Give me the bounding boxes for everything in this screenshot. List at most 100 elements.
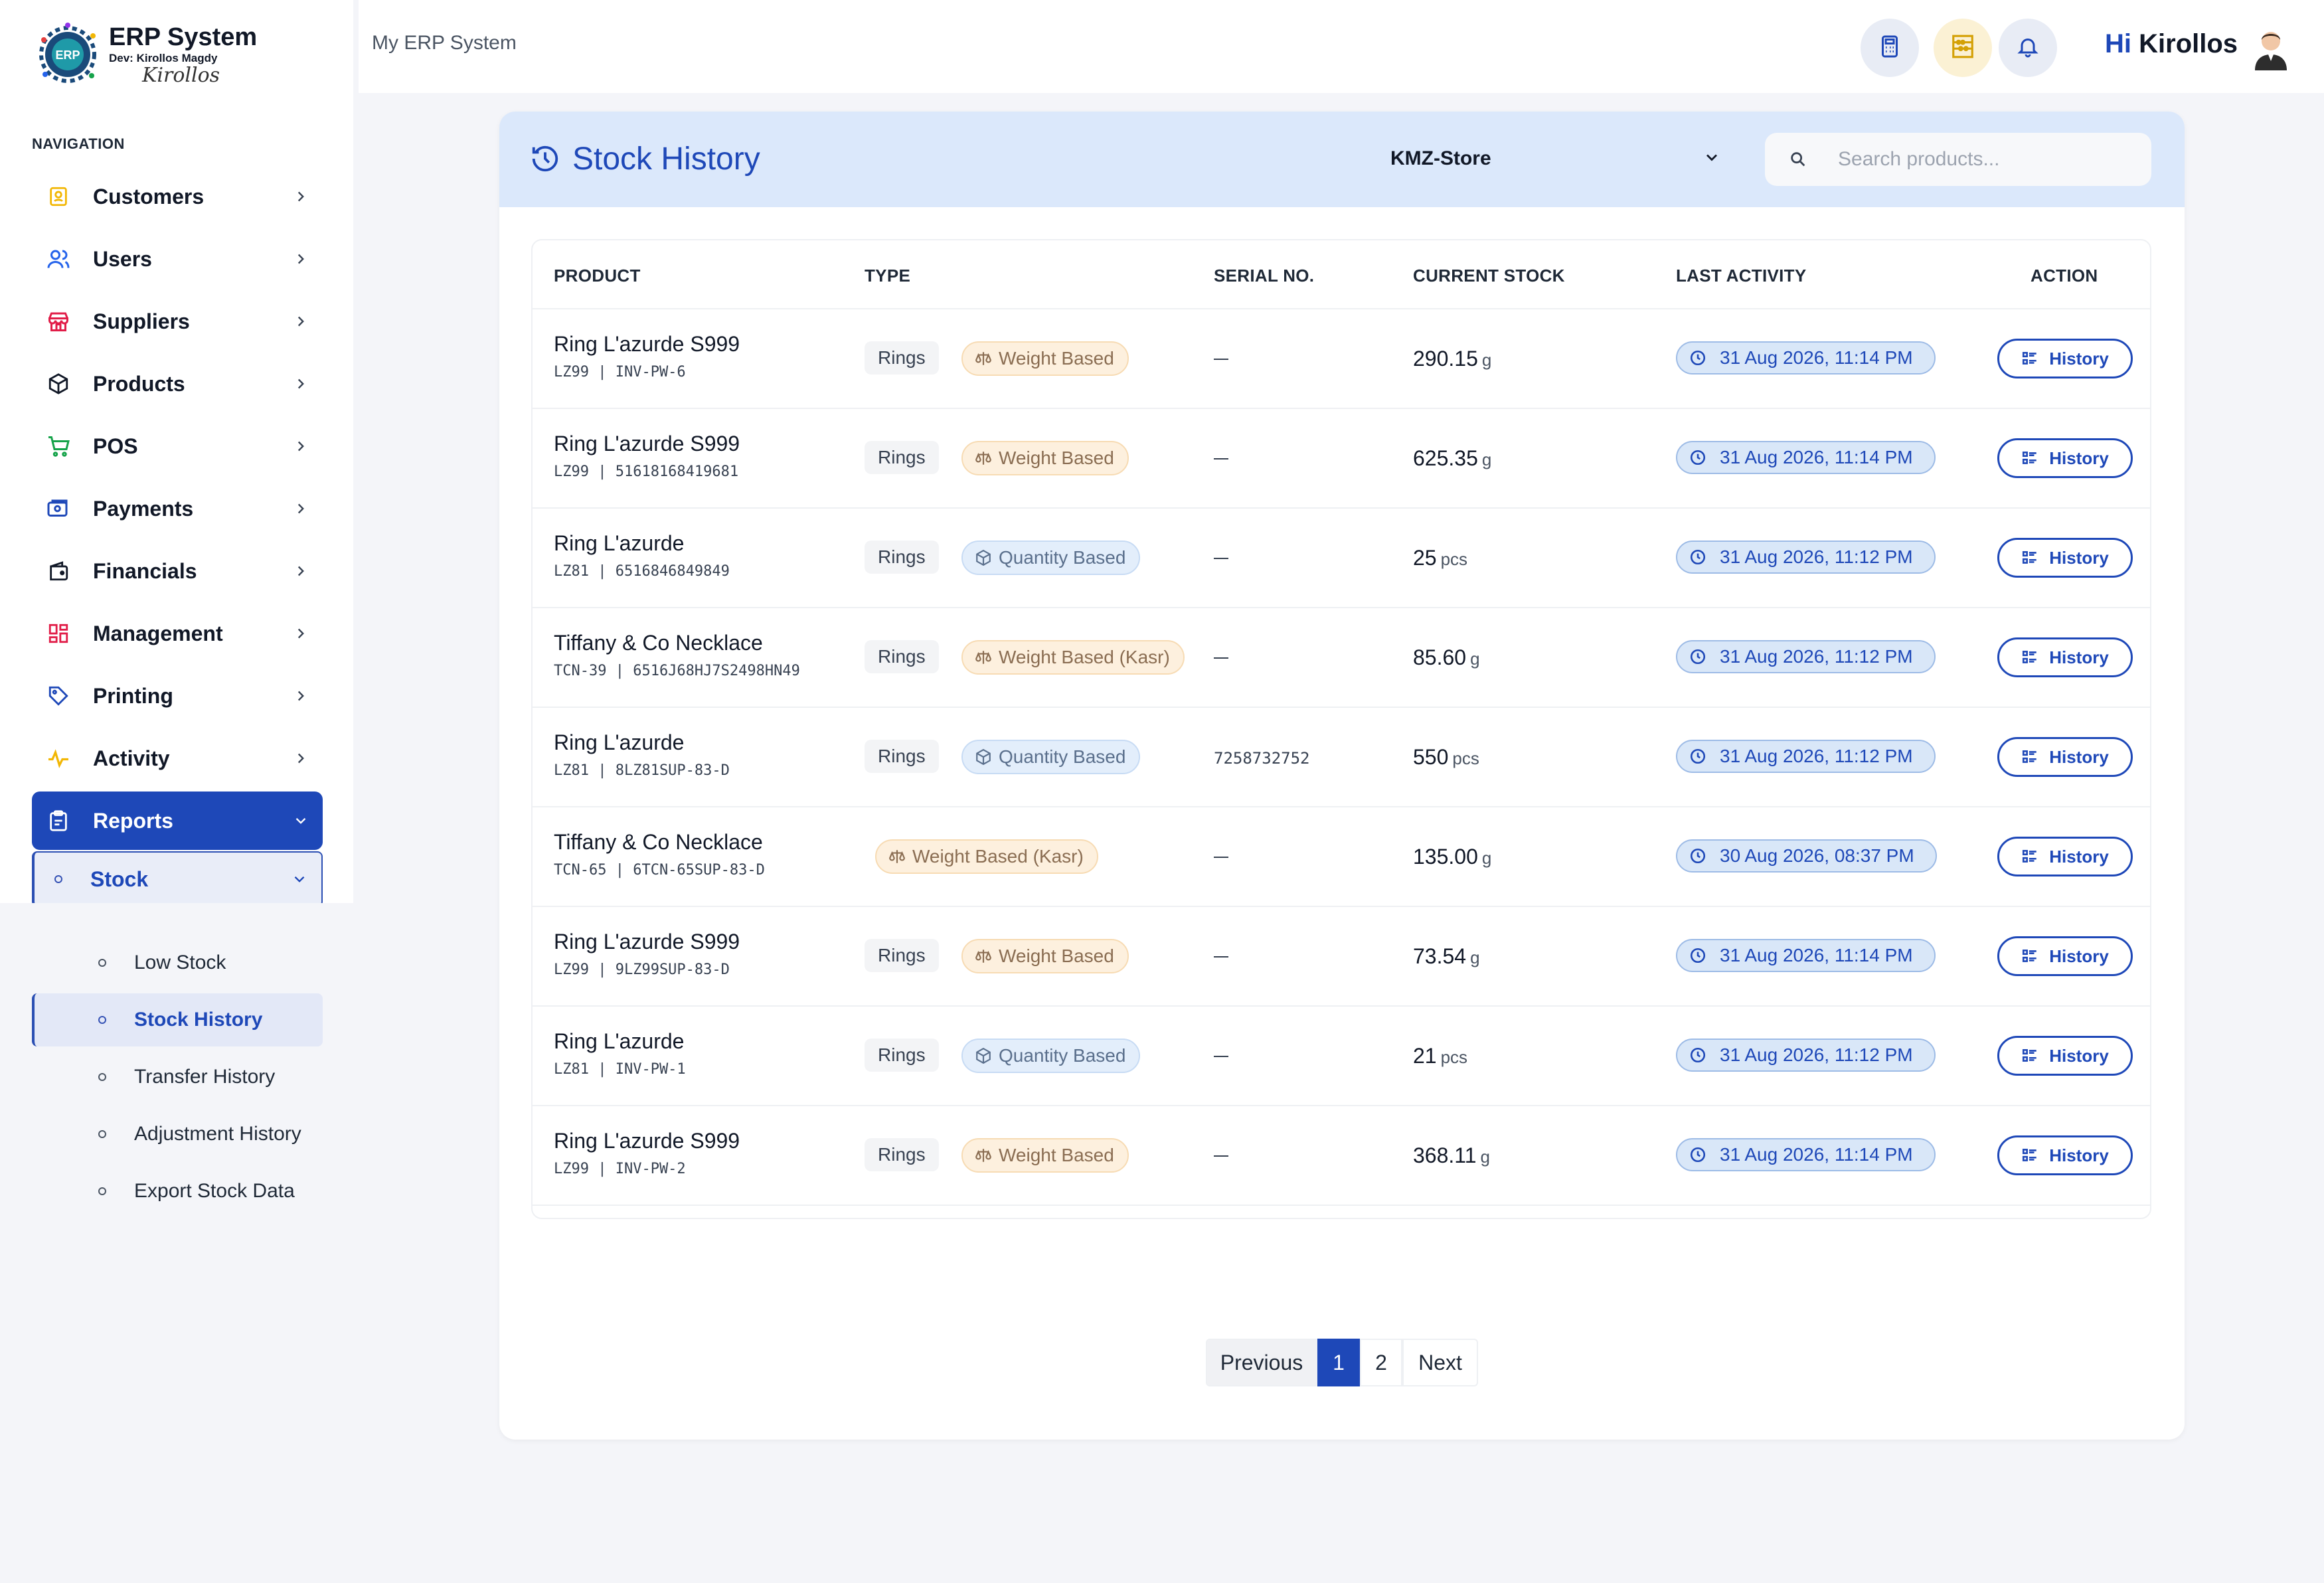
table-row[interactable]: Ring L'azurde LZ81 | INV-PW-1 Rings Quantit…	[533, 1007, 2150, 1106]
history-button[interactable]: History	[1997, 637, 2133, 677]
chevron-right-icon	[292, 438, 309, 455]
brand-signature: Kirollos	[142, 63, 220, 87]
sidebar-item-users[interactable]: Users	[32, 230, 323, 288]
sidebar-subitem-stock-history[interactable]: Stock History	[32, 993, 323, 1046]
product-code: LZ81 | INV-PW-1	[554, 1061, 686, 1078]
sidebar-subitem-transfer-history[interactable]: Transfer History	[32, 1050, 323, 1104]
product-name: Tiffany & Co Necklace	[554, 631, 763, 655]
svg-text:ERP: ERP	[55, 48, 80, 62]
history-button-label: History	[2049, 348, 2109, 369]
empty-serial-dash	[1214, 458, 1228, 459]
table-body: Ring L'azurde S999 LZ99 | INV-PW-6 Rings We…	[533, 309, 2150, 1218]
notifications-button[interactable]	[1999, 19, 2057, 77]
bullet-icon	[98, 1130, 106, 1138]
abacus-icon	[1950, 34, 1975, 62]
current-stock: 135.00 g	[1413, 845, 1491, 869]
history-button[interactable]: History	[1997, 1135, 2133, 1175]
list-icon	[2021, 450, 2038, 467]
type-badge: Quantity Based	[961, 740, 1141, 774]
activity-time: 31 Aug 2026, 11:14 PM	[1720, 1144, 1913, 1165]
sidebar-item-customers[interactable]: Customers	[32, 167, 323, 226]
sidebar-item-pos[interactable]: POS	[32, 417, 323, 475]
chevron-right-icon	[292, 250, 309, 268]
history-button[interactable]: History	[1997, 438, 2133, 478]
col-activity: LAST ACTIVITY	[1676, 266, 1807, 286]
cube-icon	[975, 1047, 992, 1064]
product-name: Ring L'azurde S999	[554, 332, 740, 356]
current-stock: 85.60 g	[1413, 645, 1480, 670]
sidebar-item-label: POS	[93, 434, 138, 458]
chevron-right-icon	[292, 375, 309, 392]
table-row[interactable]: Ring L'azurde LZ81 | 8LZ81SUP-83-D Rings Qu…	[533, 708, 2150, 807]
sidebar-item-printing[interactable]: Printing	[32, 667, 323, 725]
sidebar-item-financials[interactable]: Financials	[32, 542, 323, 600]
table-row[interactable]: Ring L'azurde LZ81 | 6516846849849 Rings Qu…	[533, 509, 2150, 608]
sidebar-item-payments[interactable]: Payments	[32, 479, 323, 538]
calculator-button[interactable]	[1861, 19, 1919, 77]
user-greeting[interactable]: Hi Kirollos	[2105, 29, 2238, 59]
sidebar-submenu-stock[interactable]: Stock	[32, 851, 323, 907]
chevron-right-icon	[292, 188, 309, 205]
type-badge: Weight Based (Kasr)	[961, 640, 1185, 675]
page-1-button[interactable]: 1	[1317, 1339, 1360, 1386]
type-label: Weight Based (Kasr)	[999, 647, 1170, 667]
table-row[interactable]: Ring L'azurde S999 LZ99 | 51618168419681 R…	[533, 409, 2150, 509]
search-input[interactable]	[1838, 148, 2117, 171]
history-button[interactable]: History	[1997, 538, 2133, 578]
history-button-label: History	[2049, 1045, 2109, 1066]
grid-icon	[45, 620, 72, 647]
sidebar-item-label: Management	[93, 621, 223, 645]
avatar[interactable]	[2250, 24, 2292, 70]
stock-table: PRODUCT TYPE SERIAL NO. CURRENT STOCK LA…	[531, 239, 2151, 1219]
greeting-prefix: Hi	[2105, 29, 2131, 58]
history-button[interactable]: History	[1997, 339, 2133, 378]
scale-icon	[975, 1147, 992, 1164]
sidebar-item-label: Payments	[93, 496, 194, 521]
sidebar-item-suppliers[interactable]: Suppliers	[32, 292, 323, 351]
activity-time: 31 Aug 2026, 11:14 PM	[1720, 447, 1913, 467]
search-box[interactable]	[1765, 133, 2151, 186]
sidebar-subitem-export-stock-data[interactable]: Export Stock Data	[32, 1165, 323, 1218]
table-row[interactable]: Ring L'azurde S999 LZ99 | 9LZ99SUP-83-D Ri…	[533, 907, 2150, 1007]
chevron-right-icon	[292, 313, 309, 330]
topbar: My ERP System Hi Kirollos	[359, 0, 2324, 93]
history-button[interactable]: History	[1997, 1036, 2133, 1076]
abacus-button[interactable]	[1934, 19, 1992, 77]
sidebar-subitem-adjustment-history[interactable]: Adjustment History	[32, 1108, 323, 1161]
table-row[interactable]: Tiffany & Co NecklaceTCN-39 | 7TCN-39SUP…	[533, 1206, 2150, 1218]
table-row[interactable]: Ring L'azurde S999 LZ99 | INV-PW-2 Rings We…	[533, 1106, 2150, 1206]
activity-time: 31 Aug 2026, 11:12 PM	[1720, 1044, 1913, 1065]
store-select[interactable]: KMZ-Store	[1376, 135, 1721, 182]
clock-icon	[1689, 748, 1706, 765]
calculator-icon	[1878, 35, 1902, 62]
sidebar-item-reports[interactable]: Reports	[32, 792, 323, 850]
table-row[interactable]: Ring L'azurde S999 LZ99 | INV-PW-6 Rings We…	[533, 309, 2150, 409]
sidebar-item-label: Activity	[93, 746, 170, 770]
sidebar-subitem-low-stock[interactable]: Low Stock	[32, 936, 323, 989]
previous-button[interactable]: Previous	[1206, 1339, 1317, 1386]
brand[interactable]: ERP ERP System Dev: Kirollos Magdy Kirol…	[33, 20, 257, 89]
sidebar-item-products[interactable]: Products	[32, 355, 323, 413]
history-button-label: History	[2049, 946, 2109, 966]
stock-unit: pcs	[1440, 1047, 1468, 1067]
sidebar-item-activity[interactable]: Activity	[32, 729, 323, 788]
history-button[interactable]: History	[1997, 837, 2133, 876]
history-button-label: History	[2049, 547, 2109, 568]
table-row[interactable]: Tiffany & Co Necklace TCN-65 | 6TCN-65SUP…	[533, 807, 2150, 907]
history-button[interactable]: History	[1997, 737, 2133, 777]
next-button[interactable]: Next	[1402, 1339, 1478, 1386]
nav-heading: NAVIGATION	[32, 135, 125, 152]
product-code: TCN-65 | 6TCN-65SUP-83-D	[554, 862, 765, 878]
chevron-down-icon	[292, 812, 309, 829]
current-stock: 21 pcs	[1413, 1044, 1467, 1068]
page-2-button[interactable]: 2	[1360, 1339, 1402, 1386]
type-badge: Weight Based (Kasr)	[875, 839, 1098, 874]
table-row[interactable]: Tiffany & Co Necklace TCN-39 | 6516J68HJ7…	[533, 608, 2150, 708]
stock-value: 73.54	[1413, 944, 1467, 968]
list-icon	[2021, 1147, 2038, 1164]
clock-icon	[1689, 648, 1706, 665]
bullet-icon	[98, 1187, 106, 1195]
search-icon	[1789, 150, 1807, 169]
history-button[interactable]: History	[1997, 936, 2133, 976]
sidebar-item-management[interactable]: Management	[32, 604, 323, 663]
